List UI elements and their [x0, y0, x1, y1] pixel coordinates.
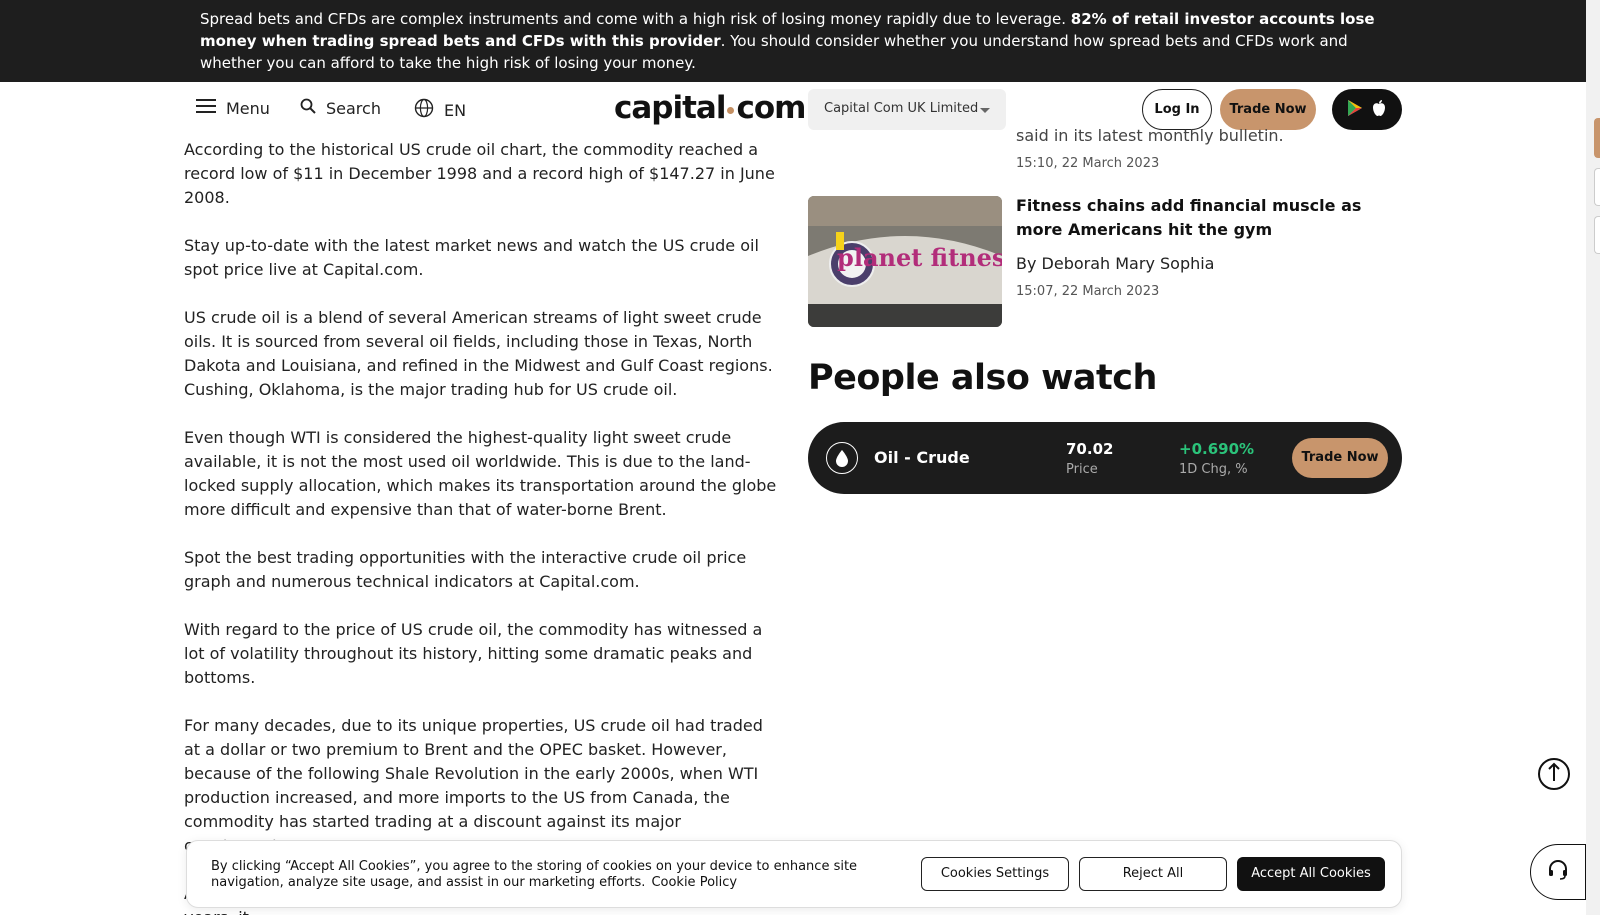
instrument-change: +0.690%	[1179, 440, 1255, 458]
article-paragraph: With regard to the price of US crude oil…	[184, 620, 763, 687]
cookie-consent-banner: By clicking “Accept All Cookies”, you ag…	[186, 840, 1402, 908]
edge-tab[interactable]	[1594, 168, 1600, 206]
entity-selector[interactable]: Capital Com UK Limited	[808, 89, 1006, 130]
news-headline[interactable]: Fitness chains add financial muscle as m…	[1016, 194, 1376, 242]
article-paragraph: Spot the best trading opportunities with…	[184, 548, 747, 591]
watchlist-item[interactable]: Oil - Crude 70.02 Price +0.690% 1D Chg, …	[808, 422, 1402, 494]
watchlist-trade-button[interactable]: Trade Now	[1292, 438, 1388, 478]
news-timestamp: 15:07, 22 March 2023	[1016, 284, 1160, 299]
section-title: People also watch	[808, 358, 1157, 398]
capital-com-logo[interactable]: capital com	[614, 90, 806, 126]
cookie-consent-text: By clicking “Accept All Cookies”, you ag…	[211, 859, 858, 890]
cookies-settings-button[interactable]: Cookies Settings	[921, 857, 1069, 891]
globe-icon	[414, 98, 434, 122]
news-thumbnail[interactable]: planet fitness	[808, 196, 1002, 327]
scroll-to-top-button[interactable]	[1538, 758, 1570, 790]
cookie-policy-link[interactable]: Cookie Policy	[651, 875, 737, 890]
google-play-icon	[1347, 99, 1363, 121]
menu-icon	[196, 98, 216, 118]
search-icon	[300, 98, 316, 118]
risk-warning-banner: Spread bets and CFDs are complex instrum…	[0, 0, 1586, 82]
article-paragraph: US crude oil is a blend of several Ameri…	[184, 308, 773, 399]
caret-down-icon	[980, 108, 990, 113]
news-prev-timestamp: 15:10, 22 March 2023	[1016, 156, 1160, 171]
oil-drop-icon	[826, 442, 858, 474]
login-button[interactable]: Log In	[1142, 89, 1212, 130]
instrument-price: 70.02	[1066, 440, 1114, 458]
instrument-name: Oil - Crude	[874, 448, 970, 467]
article-paragraph: For many decades, due to its unique prop…	[184, 716, 763, 855]
risk-warning-text: Spread bets and CFDs are complex instrum…	[200, 10, 1375, 72]
article-paragraph: Stay up-to-date with the latest market n…	[184, 236, 759, 279]
trade-now-button[interactable]: Trade Now	[1220, 89, 1316, 130]
search-label: Search	[326, 98, 381, 118]
svg-text:planet fitness: planet fitness	[837, 243, 1002, 272]
headset-icon	[1547, 859, 1569, 885]
language-selector[interactable]: EN	[414, 98, 466, 122]
support-chat-button[interactable]	[1530, 844, 1586, 900]
menu-button[interactable]: Menu	[196, 98, 270, 118]
article-paragraph: Even though WTI is considered the highes…	[184, 428, 777, 519]
article-body: According to the historical US crude oil…	[184, 138, 784, 915]
price-label: Price	[1066, 462, 1098, 477]
entity-selector-label: Capital Com UK Limited	[824, 101, 979, 116]
news-prev-snippet: said in its latest monthly bulletin.	[1016, 126, 1284, 145]
accept-all-cookies-button[interactable]: Accept All Cookies	[1237, 857, 1385, 891]
site-header: Menu Search EN capital com Capital Com UK…	[0, 82, 1586, 138]
news-author: By Deborah Mary Sophia	[1016, 254, 1215, 273]
apple-icon	[1371, 99, 1387, 121]
search-button[interactable]: Search	[300, 98, 381, 118]
menu-label: Menu	[226, 98, 270, 118]
article-paragraph: According to the historical US crude oil…	[184, 140, 775, 207]
edge-tab[interactable]	[1594, 118, 1600, 158]
language-label: EN	[444, 100, 467, 120]
edge-tab[interactable]	[1594, 216, 1600, 254]
arrow-up-icon	[1547, 762, 1561, 786]
app-download-button[interactable]	[1332, 89, 1402, 130]
reject-all-button[interactable]: Reject All	[1079, 857, 1227, 891]
change-label: 1D Chg, %	[1179, 462, 1248, 477]
